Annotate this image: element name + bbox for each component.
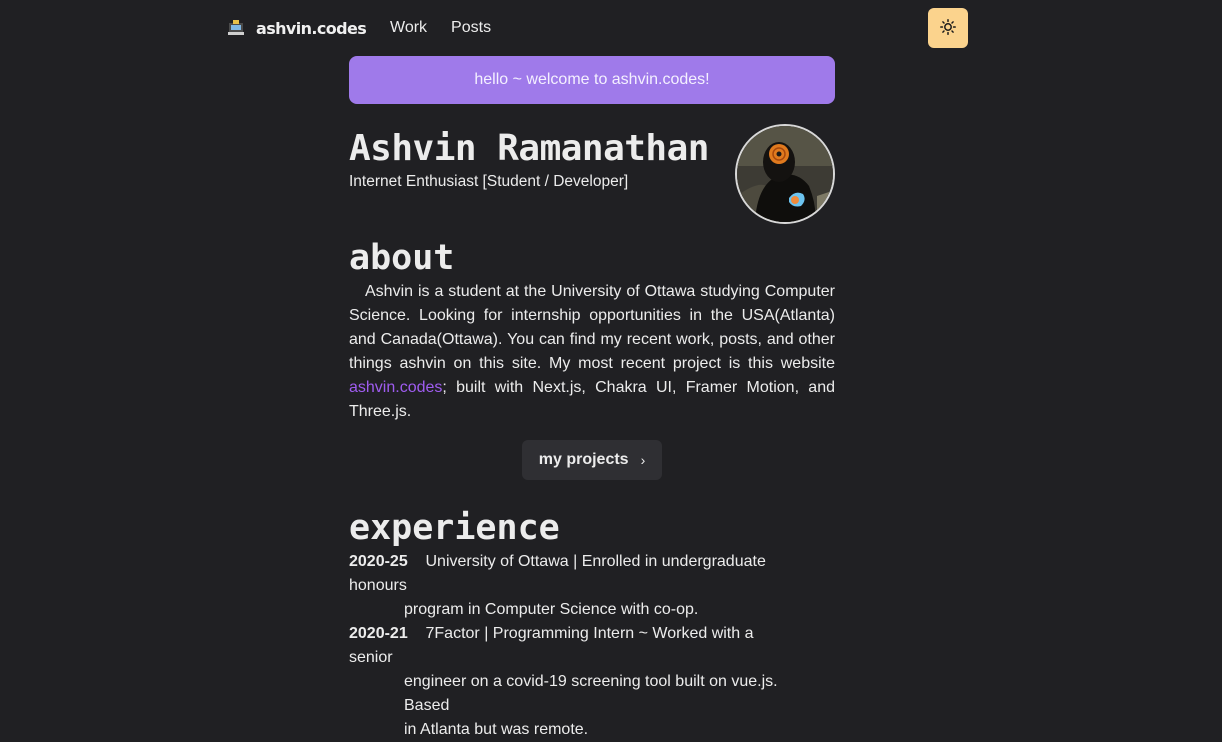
logo-text: ashvin.codes: [256, 18, 367, 38]
sun-icon: [940, 18, 956, 38]
about-heading: about: [349, 238, 455, 278]
projects-button-row: my projects ›: [349, 440, 835, 480]
experience-line: in Atlanta but was remote.: [404, 721, 589, 738]
experience-heading: experience: [349, 508, 560, 548]
logo-icon: [226, 18, 246, 38]
experience-line: program in Computer Science with co-op.: [404, 601, 699, 618]
experience-line: University of Ottawa | Enrolled in under…: [349, 553, 766, 594]
about-text-main: Ashvin is a student at the University of…: [349, 283, 835, 372]
avatar: [735, 124, 835, 224]
experience-line: engineer on a covid-19 screening tool bu…: [404, 673, 778, 714]
about-site-link[interactable]: ashvin.codes: [349, 379, 442, 396]
experience-entry: 2020-21 7Factor | Programming Intern ~ W…: [349, 622, 779, 742]
my-projects-label: my projects: [538, 451, 629, 468]
about-paragraph: Ashvin is a student at the University of…: [349, 280, 835, 424]
experience-list: 2020-25 University of Ottawa | Enrolled …: [349, 550, 835, 742]
experience-item: 2020-21 7Factor | Programming Intern ~ W…: [349, 622, 835, 742]
experience-year: 2020-25: [349, 553, 408, 570]
experience-line: 7Factor | Programming Intern ~ Worked wi…: [349, 625, 754, 666]
hero-section: Ashvin Ramanathan Internet Enthusiast [S…: [349, 124, 835, 228]
nav-link-posts[interactable]: Posts: [451, 19, 491, 37]
nav-link-work[interactable]: Work: [390, 19, 427, 37]
welcome-banner: hello ~ welcome to ashvin.codes!: [349, 56, 835, 104]
theme-toggle-button[interactable]: [928, 8, 968, 48]
experience-item: 2020-25 University of Ottawa | Enrolled …: [349, 550, 835, 622]
profile-name: Ashvin Ramanathan: [349, 128, 709, 169]
my-projects-button[interactable]: my projects ›: [522, 440, 662, 480]
profile-tagline: Internet Enthusiast [Student / Developer…: [349, 173, 629, 190]
main-content: hello ~ welcome to ashvin.codes! Ashvin …: [349, 56, 835, 742]
experience-entry: 2020-25 University of Ottawa | Enrolled …: [349, 550, 779, 622]
welcome-banner-text: hello ~ welcome to ashvin.codes!: [474, 71, 710, 88]
site-logo[interactable]: ashvin.codes: [226, 18, 367, 38]
experience-year: 2020-21: [349, 625, 408, 642]
chevron-right-icon: ›: [640, 452, 646, 468]
nav-links: Work Posts: [390, 19, 491, 37]
top-navbar: ashvin.codes Work Posts: [0, 0, 1222, 56]
